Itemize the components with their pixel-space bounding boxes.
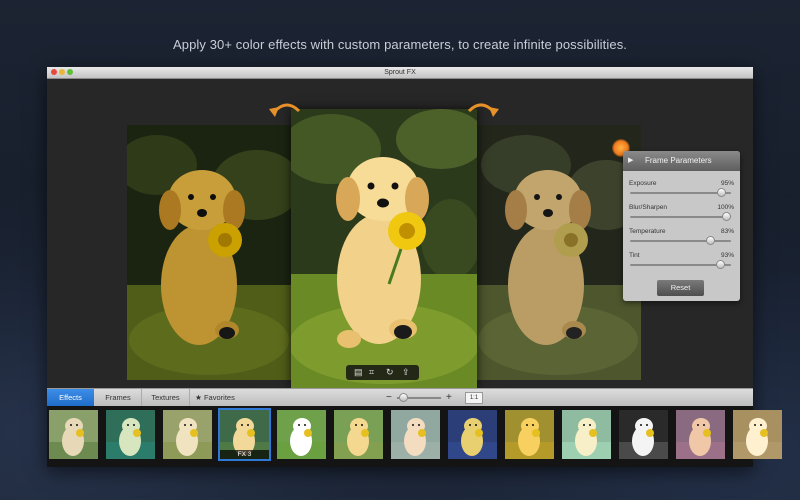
- effect-thumbnail[interactable]: [505, 410, 554, 459]
- effects-strip: FX 3: [47, 406, 782, 467]
- param-slider-knob[interactable]: [706, 236, 716, 245]
- window-title: Sprout FX: [384, 69, 416, 76]
- rotate-left-arrow-icon[interactable]: [267, 101, 303, 123]
- param-value: 100%: [717, 204, 734, 211]
- selected-effect-label: FX 3: [220, 450, 269, 459]
- effect-thumbnail[interactable]: [619, 410, 668, 459]
- rotate-icon[interactable]: ↻: [386, 367, 394, 378]
- effect-thumbnail[interactable]: [391, 410, 440, 459]
- previous-effect-preview[interactable]: [127, 125, 292, 380]
- next-effect-preview[interactable]: [476, 125, 641, 380]
- param-row: Exposure 95%: [628, 180, 735, 204]
- reset-button[interactable]: Reset: [657, 280, 704, 296]
- zoom-in-button[interactable]: +: [446, 389, 452, 406]
- disclosure-triangle-icon[interactable]: ▶: [628, 156, 633, 164]
- effect-thumbnail[interactable]: [334, 410, 383, 459]
- headline: Apply 30+ color effects with custom para…: [172, 37, 628, 52]
- tab-frames[interactable]: Frames: [95, 389, 142, 406]
- panel-title: Frame Parameters: [645, 156, 712, 165]
- current-photo-preview[interactable]: [291, 109, 477, 389]
- param-name: Blur/Sharpen: [629, 204, 667, 211]
- effect-thumbnail[interactable]: [277, 410, 326, 459]
- effect-thumbnail[interactable]: [676, 410, 725, 459]
- tab-effects[interactable]: Effects: [47, 389, 94, 406]
- rotate-right-arrow-icon[interactable]: [465, 101, 501, 123]
- param-name: Exposure: [629, 180, 657, 187]
- effect-thumbnail[interactable]: [733, 410, 782, 459]
- effect-thumbnail[interactable]: [448, 410, 497, 459]
- effect-thumbnail[interactable]: [163, 410, 212, 459]
- title-bar: Sprout FX: [47, 67, 753, 79]
- effect-thumbnail[interactable]: FX 3: [218, 408, 271, 461]
- param-slider-knob[interactable]: [717, 188, 727, 197]
- photo-toolbar: ▤ ⌗ ↻ ⇪: [346, 365, 419, 380]
- effect-thumbnail[interactable]: [49, 410, 98, 459]
- param-name: Tint: [629, 252, 640, 259]
- bottom-tab-bar: Effects Frames Textures ★ Favorites − + …: [47, 388, 753, 406]
- param-slider-track[interactable]: [630, 192, 731, 194]
- save-icon[interactable]: ▤: [354, 367, 363, 378]
- param-name: Temperature: [629, 228, 666, 235]
- param-row: Temperature 83%: [628, 228, 735, 252]
- tab-favorites[interactable]: ★ Favorites: [190, 389, 240, 406]
- param-slider-knob[interactable]: [722, 212, 731, 221]
- param-value: 83%: [720, 228, 734, 235]
- actual-size-button[interactable]: 1:1: [465, 392, 483, 404]
- frame-parameters-panel: ▶ Frame Parameters Exposure 95% Blur/Sharp…: [623, 151, 740, 301]
- param-row: Blur/Sharpen 100%: [628, 204, 735, 228]
- preview-canvas: ▤ ⌗ ↻ ⇪ ▶ Frame Parameters Exposure 95% Bl…: [47, 79, 753, 389]
- app-window: Sprout FX ▤ ⌗ ↻ ⇪ ▶ Frame Parameters Exp…: [47, 67, 782, 467]
- effect-thumbnail[interactable]: [562, 410, 611, 459]
- param-value: 95%: [720, 180, 734, 187]
- share-icon[interactable]: ⇪: [402, 367, 410, 378]
- panel-header[interactable]: ▶ Frame Parameters: [623, 151, 740, 171]
- tab-textures[interactable]: Textures: [142, 389, 190, 406]
- zoom-slider-knob[interactable]: [399, 393, 408, 402]
- param-slider-track[interactable]: [630, 216, 731, 218]
- param-row: Tint 93%: [628, 252, 735, 276]
- zoom-out-button[interactable]: −: [386, 389, 392, 406]
- effect-thumbnail[interactable]: [106, 410, 155, 459]
- crop-icon[interactable]: ⌗: [369, 367, 374, 378]
- param-slider-knob[interactable]: [715, 260, 725, 269]
- param-value: 93%: [720, 252, 734, 259]
- param-slider-track[interactable]: [630, 240, 731, 242]
